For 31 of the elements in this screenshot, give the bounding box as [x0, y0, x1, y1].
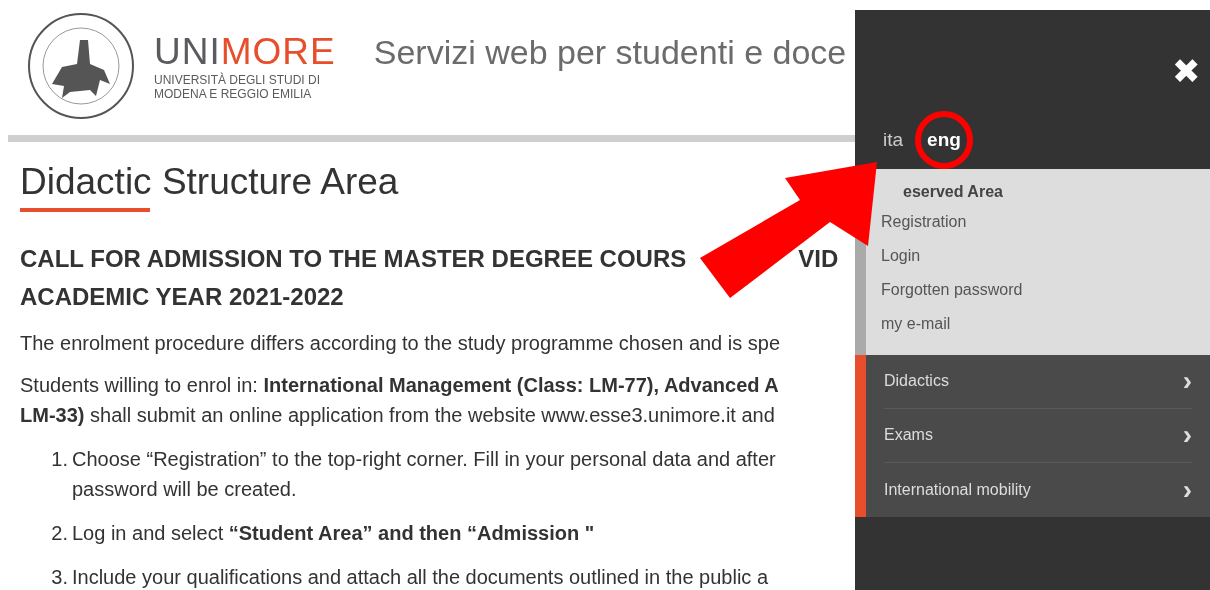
reserved-area-link[interactable]: Login	[881, 238, 921, 273]
list-number: 3.	[50, 565, 69, 590]
step-text: Include your qualifications and attach all the documents outlined in the public a	[72, 565, 768, 590]
language-link[interactable]: eng	[927, 130, 961, 151]
paragraph-text: Students willing to enrol in: International Management (Class: LM-77), Advanced A	[20, 373, 780, 399]
heading-text: VID	[798, 244, 839, 275]
chevron-icon: ›	[1182, 367, 1192, 395]
heading-text: ACADEMIC YEAR 2021-2022	[20, 282, 344, 313]
chevron-icon: ›	[1182, 475, 1192, 504]
list-number: 2.	[50, 521, 69, 547]
step-text: Choose “Registration” to the top-right corner. Fill in your personal data and after	[72, 447, 776, 473]
step-text: Log in and select “Student Area” and then “Admission "	[72, 521, 595, 547]
list-number: 1.	[50, 447, 69, 473]
logo-text: UNIMORE	[154, 33, 336, 71]
site-tagline: Servizi web per studenti e doce	[373, 32, 847, 73]
page-title: Didactic Structure Area	[20, 160, 399, 204]
menu-item[interactable]: International mobility ›	[884, 462, 1192, 517]
language-link[interactable]: ita	[883, 130, 904, 151]
close-button[interactable]: ✖	[1172, 54, 1200, 88]
paragraph-text: The enrolment procedure differs according to the study programme chosen and is spe	[20, 331, 782, 357]
paragraph-text: LM-33) shall submit an online application from the website www.esse3.unimore.it and	[20, 403, 776, 429]
reserved-area-link[interactable]: my e-mail	[881, 306, 951, 341]
step-text: password will be created.	[72, 477, 298, 503]
logo-subtitle: UNIVERSITÀ DEGLI STUDI DI MODENA E REGGIO EMILIA	[154, 74, 322, 102]
heading-text: CALL FOR ADMISSION TO THE MASTER DEGREE COURS	[20, 244, 687, 275]
reserved-area-link[interactable]: Registration	[881, 204, 967, 239]
menu-item[interactable]: Didactics ›	[884, 354, 1192, 409]
reserved-area-link[interactable]: Forgotten password	[881, 272, 1023, 307]
chevron-icon: ›	[1182, 421, 1192, 449]
menu-item[interactable]: Exams ›	[884, 408, 1192, 463]
section-title: eserved Area	[903, 181, 1003, 202]
